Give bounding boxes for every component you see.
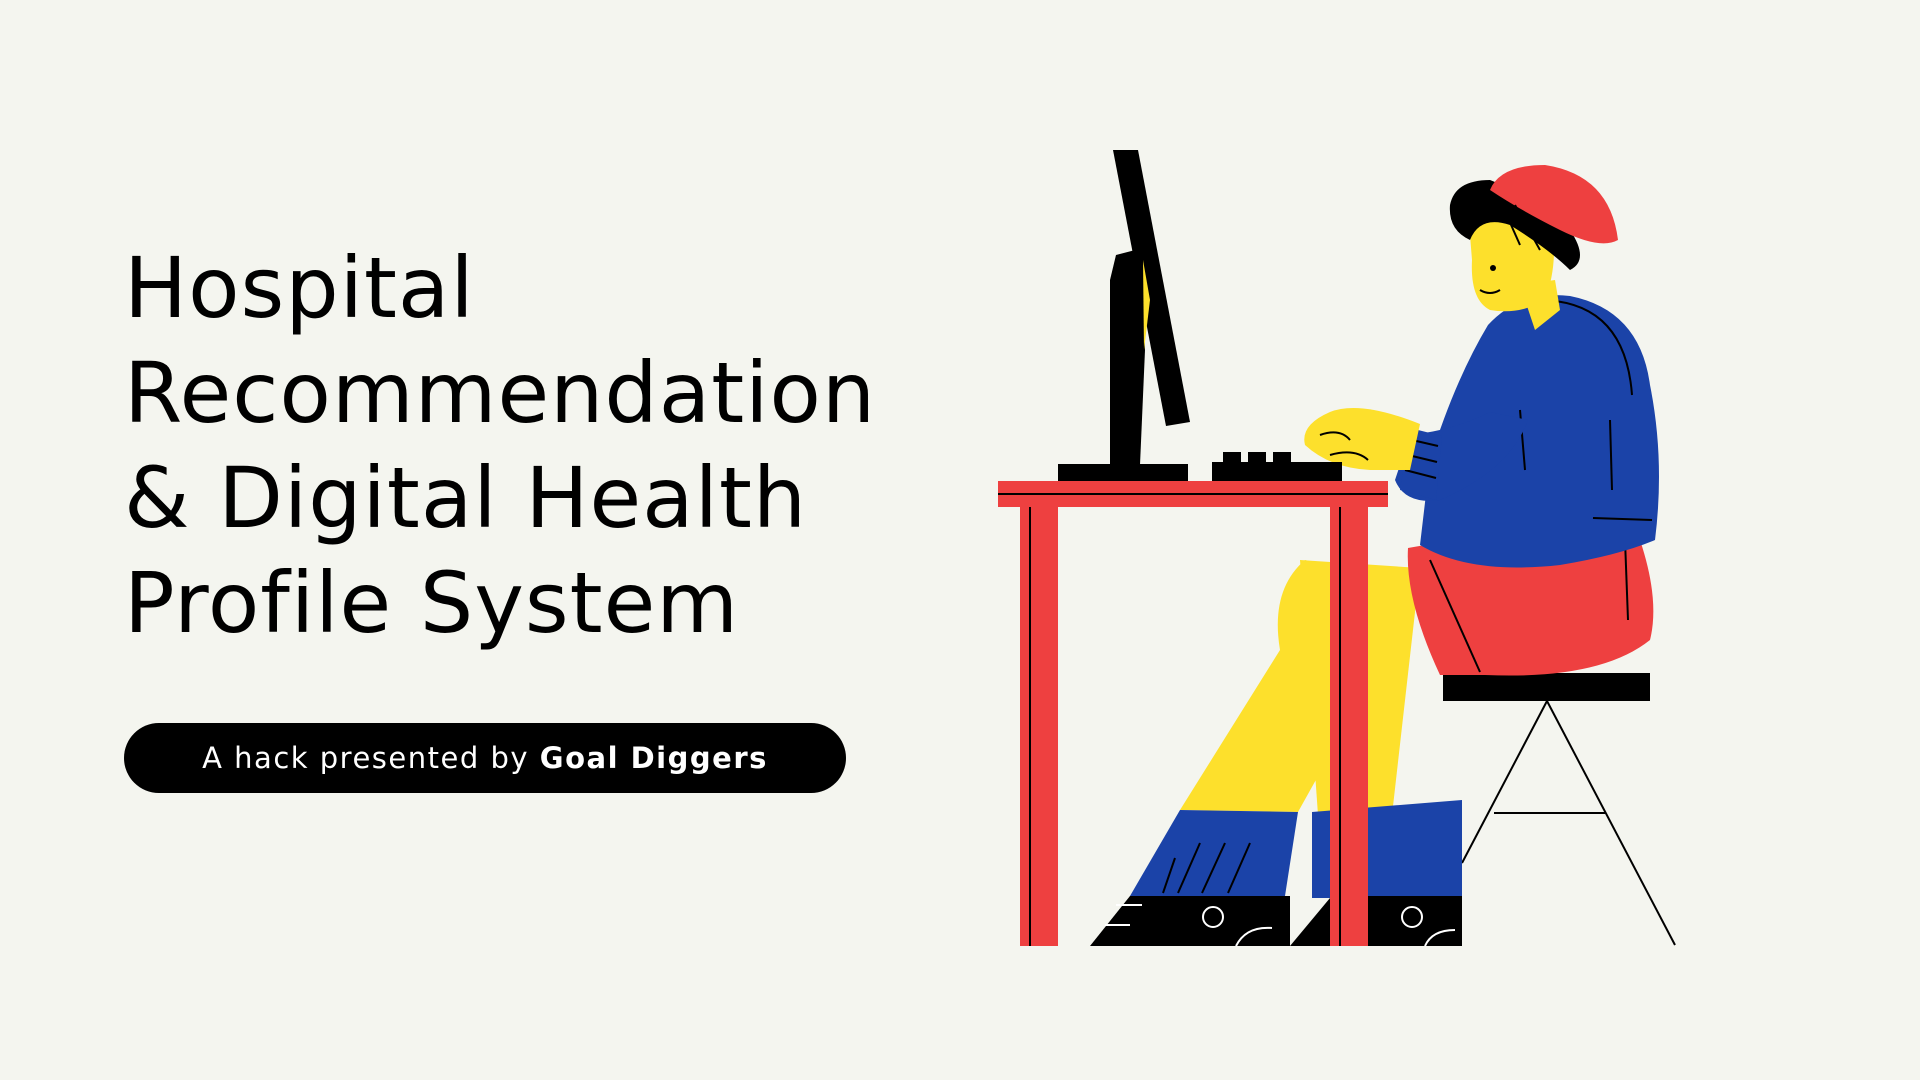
person-at-computer-illustration-icon	[998, 150, 1676, 947]
near-shoe-icon	[1368, 896, 1462, 947]
presenter-prefix: A hack presented by	[202, 741, 530, 775]
title-line-4: Profile System	[124, 554, 740, 652]
title-slide: Hospital Recommendation & Digital Health…	[0, 0, 1920, 1080]
presenter-badge: A hack presented by Goal Diggers	[124, 723, 846, 793]
title-line-2: Recommendation	[124, 344, 877, 442]
title-line-3: & Digital Health	[124, 449, 808, 547]
slide-title: Hospital Recommendation & Digital Health…	[124, 236, 884, 656]
team-name: Goal Diggers	[539, 741, 768, 775]
stool-icon	[1443, 673, 1676, 946]
monitor-icon	[1058, 150, 1190, 482]
title-line-1: Hospital	[124, 239, 475, 337]
